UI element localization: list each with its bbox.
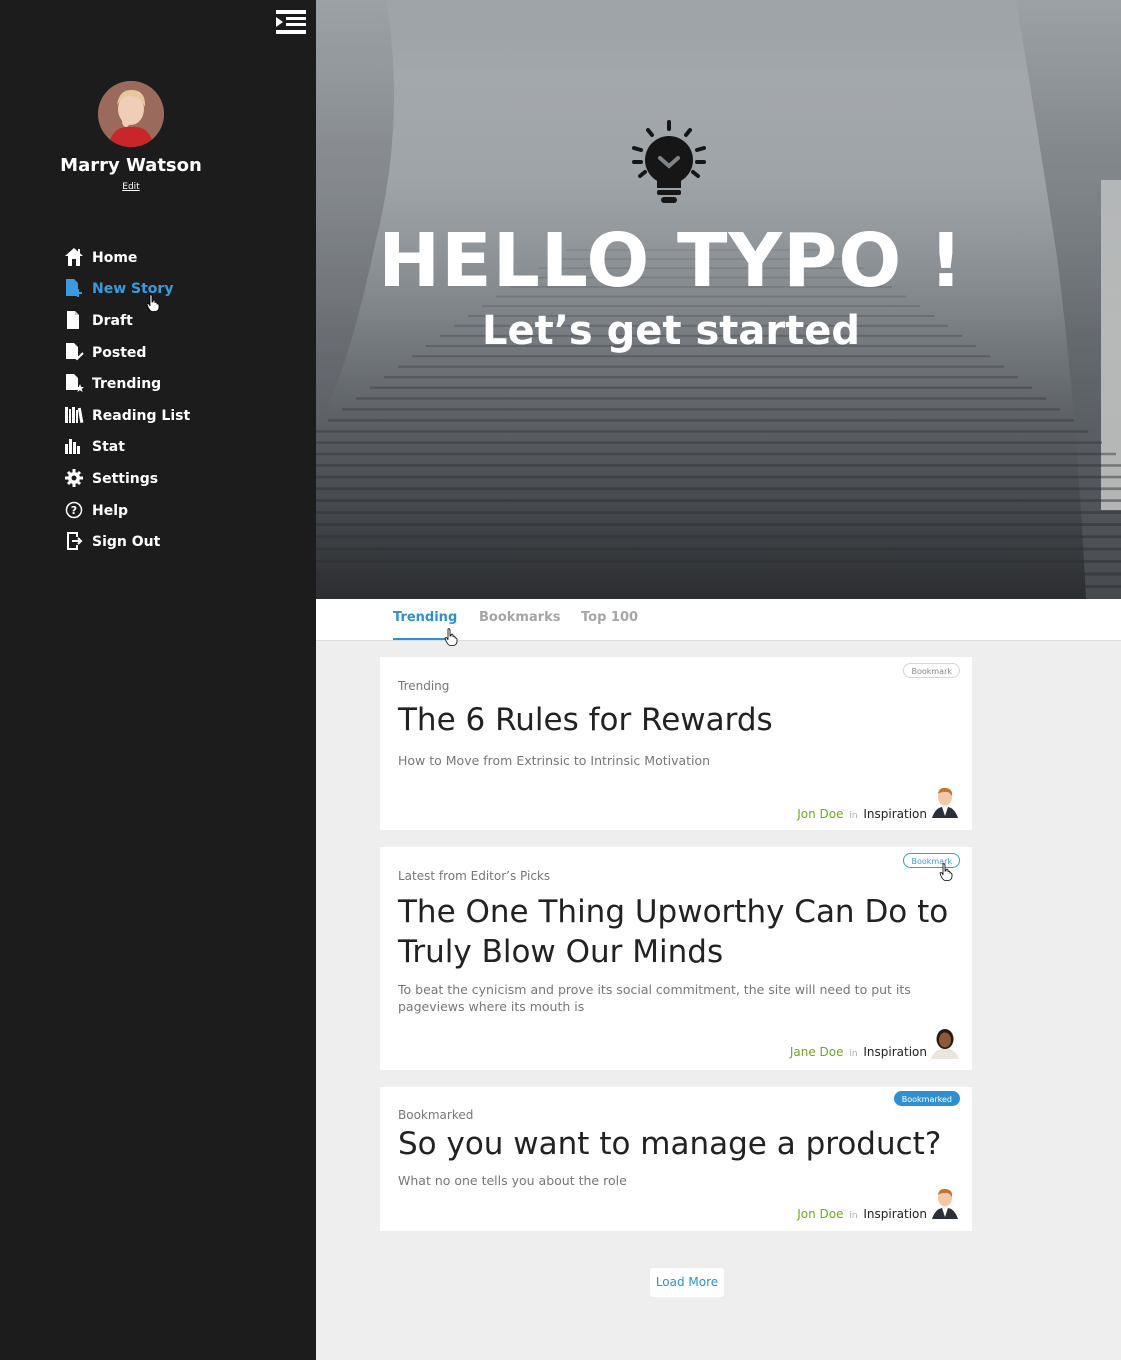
story-title[interactable]: The One Thing Upworthy Can Do to Truly B… [398, 892, 958, 972]
in-label: in [849, 1211, 858, 1221]
story-description: How to Move from Extrinsic to Intrinsic … [398, 753, 711, 768]
author-avatar[interactable] [930, 786, 960, 818]
hand-cursor-icon [146, 294, 160, 312]
bookmarked-button[interactable]: Bookmarked [893, 1091, 960, 1106]
tab-top-100[interactable]: Top 100 [581, 610, 638, 625]
gear-icon [64, 468, 84, 488]
topic-link[interactable]: Inspiration [863, 1045, 927, 1059]
sidebar-item-label: Reading List [92, 407, 191, 424]
sidebar-item-label: Stat [92, 439, 125, 456]
bookmark-button[interactable]: Bookmark [903, 663, 960, 678]
story-category: Trending [398, 679, 450, 693]
sidebar-item-new-story[interactable]: New Story [64, 274, 190, 306]
edit-profile-link[interactable]: Edit [0, 182, 262, 192]
sidebar-item-label: Sign Out [92, 534, 161, 551]
sidebar-item-draft[interactable]: Draft [64, 305, 190, 337]
topic-link[interactable]: Inspiration [863, 1207, 927, 1221]
author-avatar[interactable] [930, 1187, 960, 1219]
sidebar-item-settings[interactable]: Settings [64, 463, 190, 495]
in-label: in [849, 1049, 858, 1059]
hero-title: HELLO TYPO ! [378, 218, 964, 304]
sidebar-item-label: Home [92, 249, 138, 266]
sidebar-item-posted[interactable]: Posted [64, 337, 190, 369]
sidebar-item-label: Settings [92, 470, 159, 487]
home-icon [64, 247, 84, 267]
story-card[interactable]: Bookmarked Bookmarked So you want to man… [380, 1087, 972, 1231]
tab-trending[interactable]: Trending [393, 610, 458, 640]
new-story-icon [64, 279, 84, 298]
svg-text:?: ? [71, 504, 77, 517]
sidebar-item-label: Draft [92, 312, 133, 329]
user-name: Marry Watson [60, 155, 202, 176]
sidebar-item-label: New Story [92, 281, 174, 298]
sidebar: Marry Watson Edit Home New Story Draft P… [0, 0, 316, 1360]
avatar[interactable] [98, 81, 164, 147]
hand-cursor-icon [444, 628, 458, 646]
draft-icon [64, 310, 84, 330]
trending-icon [64, 374, 84, 393]
story-meta: Jon Doe in Inspiration [797, 807, 927, 821]
story-title[interactable]: The 6 Rules for Rewards [398, 700, 958, 740]
story-title[interactable]: So you want to manage a product? [398, 1124, 958, 1164]
story-meta: Jane Doe in Inspiration [790, 1045, 927, 1059]
hero-banner: HELLO TYPO ! Let’s get started [316, 0, 1121, 599]
posted-icon [64, 342, 84, 362]
author-avatar[interactable] [930, 1027, 960, 1059]
topic-link[interactable]: Inspiration [863, 807, 927, 821]
sign-out-icon [64, 532, 84, 551]
sidebar-item-label: Help [92, 502, 129, 519]
story-description: To beat the cynicism and prove its socia… [398, 982, 911, 1014]
sidebar-item-home[interactable]: Home [64, 242, 190, 274]
author-link[interactable]: Jon Doe [797, 1207, 843, 1221]
story-category: Latest from Editor’s Picks [398, 869, 551, 883]
sidebar-item-trending[interactable]: Trending [64, 368, 190, 400]
help-icon: ? [64, 501, 84, 520]
author-link[interactable]: Jane Doe [790, 1045, 844, 1059]
story-meta: Jon Doe in Inspiration [797, 1207, 927, 1221]
sidebar-item-help[interactable]: ? Help [64, 495, 190, 527]
sidebar-item-label: Posted [92, 344, 147, 361]
sidebar-item-sign-out[interactable]: Sign Out [64, 526, 190, 558]
lightbulb-icon [632, 120, 706, 203]
sidebar-nav: Home New Story Draft Posted Trending Rea… [64, 242, 190, 558]
load-more-button[interactable]: Load More [650, 1268, 724, 1297]
author-link[interactable]: Jon Doe [797, 807, 843, 821]
reading-list-icon [64, 406, 84, 425]
story-category: Bookmarked [398, 1108, 474, 1122]
in-label: in [849, 811, 858, 821]
sidebar-item-reading-list[interactable]: Reading List [64, 400, 190, 432]
sidebar-item-label: Trending [92, 376, 162, 393]
sidebar-item-stat[interactable]: Stat [64, 432, 190, 464]
tab-bookmarks[interactable]: Bookmarks [479, 610, 561, 625]
stat-icon [64, 438, 84, 456]
story-card[interactable]: Bookmark Trending The 6 Rules for Reward… [380, 657, 972, 830]
hand-cursor-icon [939, 863, 953, 881]
menu-toggle-icon[interactable] [276, 10, 306, 34]
feed-tabs: Trending Bookmarks Top 100 [316, 599, 1121, 646]
hero-subtitle: Let’s get started [481, 308, 860, 354]
story-description: What no one tells you about the role [398, 1173, 627, 1188]
story-card[interactable]: Bookmark Latest from Editor’s Picks The … [380, 847, 972, 1070]
